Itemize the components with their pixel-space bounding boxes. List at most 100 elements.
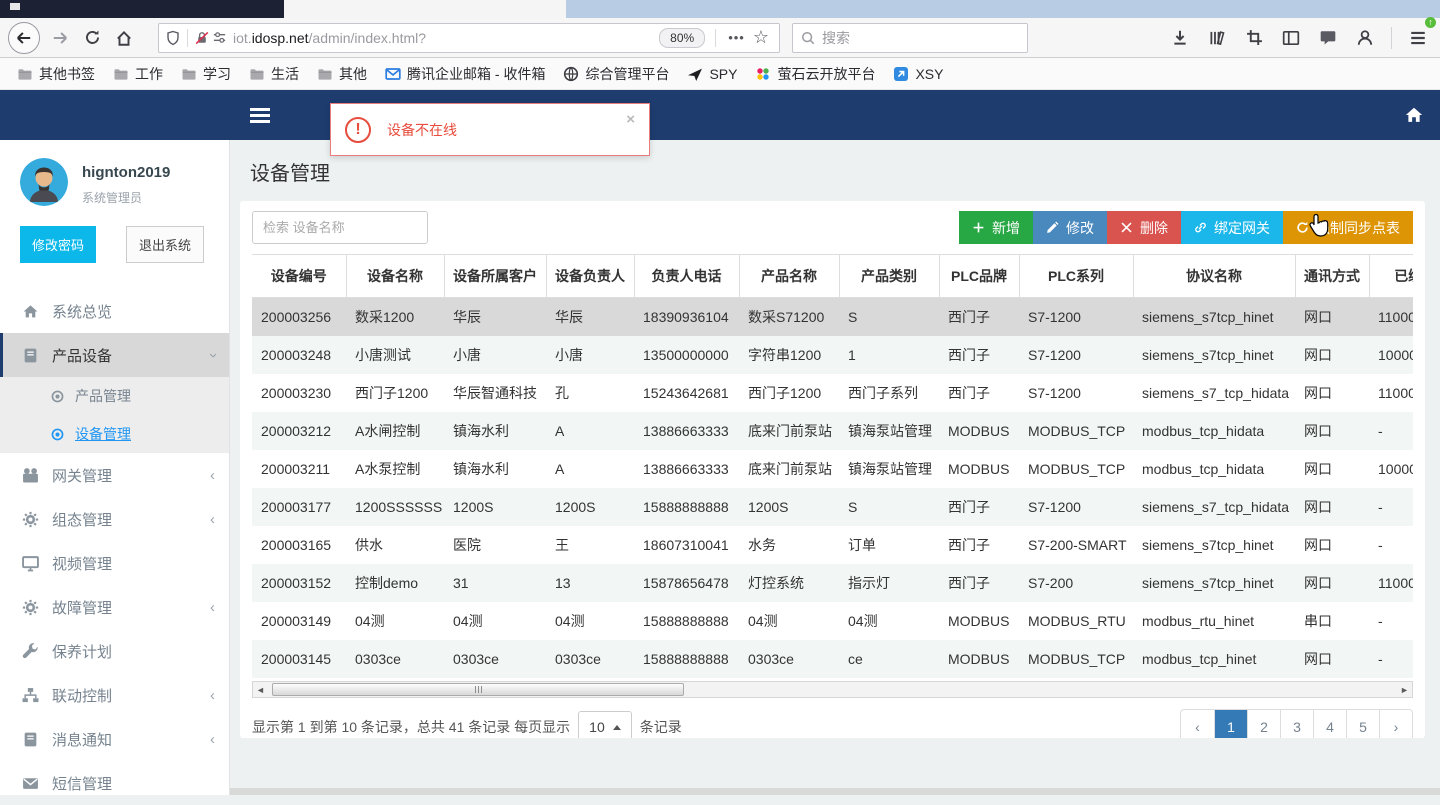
- column-header[interactable]: PLC品牌: [938, 255, 1019, 298]
- table-row[interactable]: 200003212 A水闸控制 镇海水利 A 13886663333 底来门前泵站 镇海泵站…: [252, 412, 1413, 450]
- home-button[interactable]: [108, 22, 140, 54]
- sidebars-icon[interactable]: [1277, 22, 1305, 54]
- page-3[interactable]: 3: [1280, 710, 1313, 738]
- scroll-left-arrow[interactable]: ◄: [253, 682, 268, 697]
- permissions-icon[interactable]: [212, 30, 227, 45]
- messages-bubble-icon[interactable]: [1314, 22, 1342, 54]
- device-search-input[interactable]: [252, 211, 428, 244]
- bookmark-item[interactable]: 萤石云开放平台: [748, 61, 882, 87]
- table-row[interactable]: 200003149 04测 04测 04测 15888888888 04测 04测 MODBU…: [252, 602, 1413, 640]
- library-icon[interactable]: [1203, 22, 1231, 54]
- column-header[interactable]: 设备负责人: [545, 255, 634, 298]
- sidebar-item-网关管理[interactable]: 网关管理 ‹: [0, 453, 229, 497]
- bookmark-item[interactable]: 腾讯企业邮箱 - 收件箱: [378, 61, 552, 87]
- sidebar-item-联动控制[interactable]: 联动控制 ‹: [0, 673, 229, 717]
- 强制同步点表-button[interactable]: 强制同步点表: [1283, 211, 1413, 244]
- sidebar-item-消息通知[interactable]: 消息通知 ‹: [0, 717, 229, 761]
- url-text: iot.idosp.net/admin/index.html?: [233, 29, 427, 46]
- table-row[interactable]: 200003248 小唐测试 小唐 小唐 13500000000 字符串1200 1 西门子 S…: [252, 336, 1413, 374]
- alert-close-icon[interactable]: ×: [626, 112, 635, 127]
- alert-message: 设备不在线: [387, 121, 457, 138]
- bookmark-item[interactable]: 其他书签: [10, 61, 102, 87]
- table-row[interactable]: 200003256 数采1200 华辰 华辰 18390936104 数采S71200 S 西…: [252, 297, 1413, 336]
- column-header[interactable]: 设备名称: [345, 255, 444, 298]
- gears-icon: [22, 599, 39, 616]
- book-icon: [22, 347, 39, 364]
- account-icon[interactable]: [1351, 22, 1379, 54]
- search-icon: [802, 31, 815, 44]
- browser-tab-active[interactable]: [0, 0, 284, 18]
- column-header[interactable]: 负责人电话: [633, 255, 739, 298]
- table-row[interactable]: 200003211 A水泵控制 镇海水利 A 13886663333 底来门前泵站 镇海泵站…: [252, 450, 1413, 488]
- bookmark-item[interactable]: 综合管理平台: [556, 61, 676, 87]
- downloads-icon[interactable]: [1166, 22, 1194, 54]
- tracking-shield-icon[interactable]: [165, 30, 181, 46]
- sidebar-item-视频管理[interactable]: 视频管理: [0, 541, 229, 585]
- horizontal-scrollbar[interactable]: ◄ ►: [252, 681, 1413, 698]
- plus-icon: [972, 221, 985, 234]
- column-header[interactable]: 设备所属客户: [443, 255, 546, 298]
- page-2[interactable]: 2: [1247, 710, 1280, 738]
- 修改-button[interactable]: 修改: [1033, 211, 1107, 244]
- sidebar-item-设备管理[interactable]: 设备管理: [0, 415, 229, 453]
- back-button[interactable]: [8, 21, 40, 54]
- browser-tab-inactive[interactable]: [284, 0, 566, 18]
- change-password-button[interactable]: 修改密码: [20, 226, 97, 263]
- bookmark-item[interactable]: XSY: [886, 63, 950, 85]
- sidebar-item-故障管理[interactable]: 故障管理 ‹: [0, 585, 229, 629]
- page-5[interactable]: 5: [1346, 710, 1379, 738]
- sidebar-item-系统总览[interactable]: 系统总览: [0, 289, 229, 333]
- scrollbar-thumb[interactable]: [272, 683, 684, 696]
- search-placeholder: 搜索: [822, 29, 850, 46]
- header-home-icon[interactable]: [1404, 105, 1424, 125]
- column-header[interactable]: 产品类别: [838, 255, 939, 298]
- page-size-dropdown[interactable]: 10: [578, 711, 632, 738]
- search-bar[interactable]: 搜索: [792, 22, 1028, 53]
- bookmark-item[interactable]: 其他: [310, 61, 374, 87]
- sidebar-item-短信管理[interactable]: 短信管理: [0, 761, 229, 805]
- 删除-button[interactable]: 删除: [1107, 211, 1181, 244]
- folder-icon: [17, 66, 33, 82]
- table-row[interactable]: 200003152 控制demo 31 13 15878656478 灯控系统 指示灯 西门子…: [252, 564, 1413, 602]
- table-row[interactable]: 200003145 0303ce 0303ce 0303ce 15888888888 03…: [252, 640, 1413, 678]
- app-menu-icon[interactable]: ↑: [1404, 16, 1436, 54]
- 新增-button[interactable]: 新增: [959, 211, 1033, 244]
- sidebar-item-产品管理[interactable]: 产品管理: [0, 377, 229, 415]
- column-header[interactable]: 设备编号: [252, 255, 346, 298]
- sidebar-item-保养计划[interactable]: 保养计划: [0, 629, 229, 673]
- column-header[interactable]: PLC系列: [1018, 255, 1133, 298]
- scroll-right-arrow[interactable]: ►: [1397, 682, 1412, 697]
- insecure-lock-icon[interactable]: [194, 30, 210, 46]
- page-4[interactable]: 4: [1313, 710, 1346, 738]
- forward-button[interactable]: [44, 22, 76, 54]
- logout-button[interactable]: 退出系统: [126, 226, 205, 263]
- bookmark-star-icon[interactable]: ☆: [753, 27, 769, 48]
- table-row[interactable]: 200003165 供水 医院王 18607310041 水务 订单 西门子 S7-200-S…: [252, 526, 1413, 564]
- sidebar-item-产品设备[interactable]: 产品设备 ‹: [0, 333, 229, 377]
- sidebar-toggle-icon[interactable]: [250, 105, 270, 125]
- bookmark-item[interactable]: 工作: [106, 61, 170, 87]
- bookmark-item[interactable]: SPY: [680, 63, 744, 85]
- page-prev[interactable]: ‹: [1181, 710, 1214, 738]
- page-actions-icon[interactable]: •••: [728, 30, 745, 45]
- column-header[interactable]: 已绑定网关: [1368, 255, 1413, 298]
- mail-site-icon: [385, 66, 401, 82]
- user-role: 系统管理员: [82, 191, 143, 205]
- column-header[interactable]: 通讯方式: [1294, 255, 1369, 298]
- bookmark-item[interactable]: 学习: [174, 61, 238, 87]
- bookmark-item[interactable]: 生活: [242, 61, 306, 87]
- table-row[interactable]: 200003230 西门子1200 华辰智通科技孔 15243642681 西门子120…: [252, 374, 1413, 412]
- reload-button[interactable]: [76, 22, 108, 54]
- table-row[interactable]: 200003177 1200SSSSSS 1200S 1200S 15888888888…: [252, 488, 1413, 526]
- page-1[interactable]: 1: [1214, 710, 1247, 738]
- wrench-icon: [22, 642, 39, 660]
- column-header[interactable]: 产品名称: [738, 255, 839, 298]
- 绑定网关-button[interactable]: 绑定网关: [1181, 211, 1283, 244]
- page-next[interactable]: ›: [1379, 710, 1412, 738]
- column-header[interactable]: 协议名称: [1132, 255, 1295, 298]
- url-bar[interactable]: iot.idosp.net/admin/index.html? 80% ••• …: [158, 22, 780, 53]
- sidebar-item-组态管理[interactable]: 组态管理 ‹: [0, 497, 229, 541]
- zoom-level-badge[interactable]: 80%: [659, 27, 706, 48]
- alert-device-offline: ! 设备不在线 ×: [330, 103, 650, 156]
- screenshot-crop-icon[interactable]: [1240, 22, 1268, 54]
